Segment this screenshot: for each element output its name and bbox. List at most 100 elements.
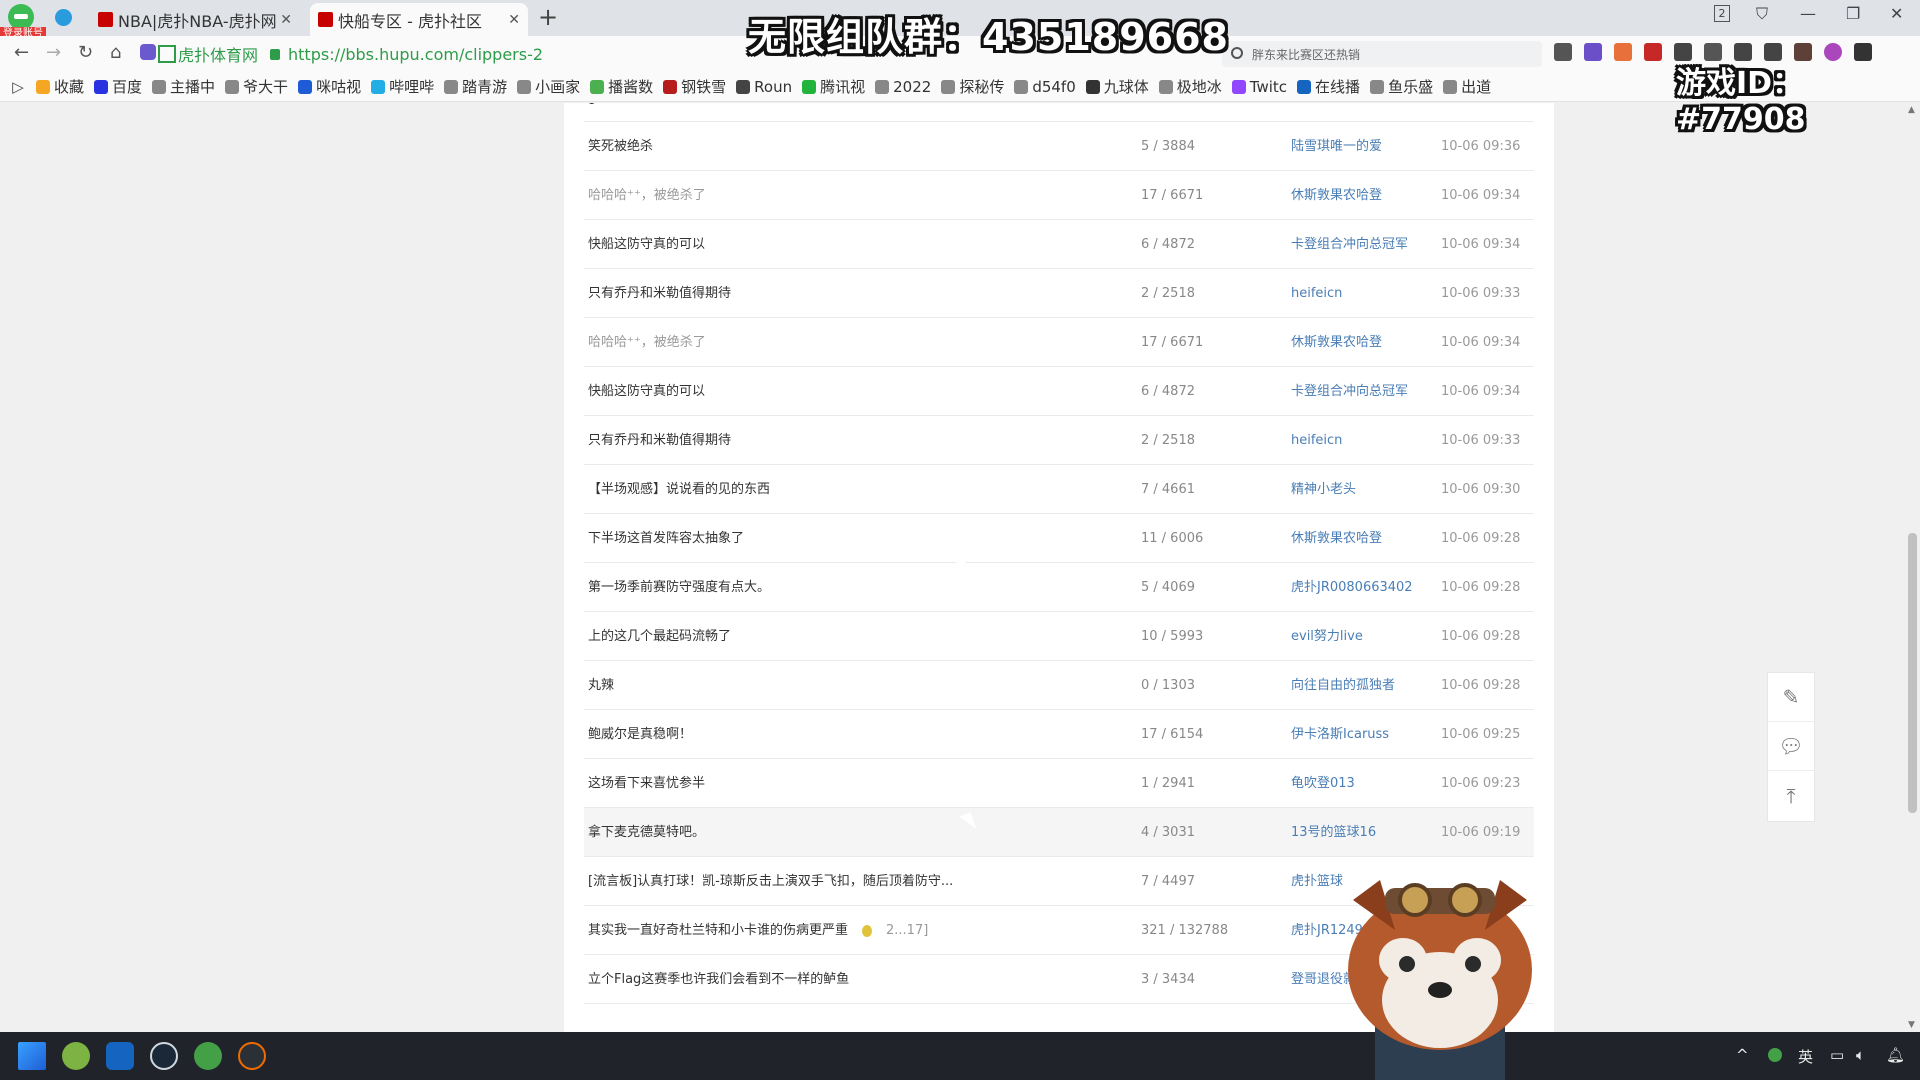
bookmark-item[interactable]: 小画家 [517, 76, 580, 97]
thread-author[interactable]: 伊卡洛斯Icaruss [1291, 710, 1389, 759]
bookmark-item[interactable]: 极地冰 [1158, 76, 1222, 97]
tab-nba[interactable]: NBA|虎扑NBA-虎扑网 ✕ [90, 3, 300, 36]
thread-row[interactable]: 只有乔丹和米勒值得期待 2 / 2518 heifeicn 10-06 09:33 [584, 269, 1534, 318]
thread-title[interactable]: 哈哈哈⁺⁺，被绝杀了 [588, 171, 706, 220]
thread-row[interactable]: 哈哈哈⁺⁺，被绝杀了 17 / 6671 休斯敦果农哈登 10-06 09:34 [584, 171, 1534, 220]
thread-title[interactable]: 哈哈哈⁺⁺，被绝杀了 [588, 318, 706, 367]
restore-icon[interactable]: ❐ [1846, 4, 1860, 23]
minimize-icon[interactable]: — [1800, 4, 1816, 23]
steam-icon[interactable] [150, 1042, 178, 1070]
search-input[interactable]: 胖东来比赛区还热销 [1222, 41, 1542, 67]
thread-title[interactable]: 下半场这首发阵容太抽象了 [588, 514, 744, 563]
thread-row[interactable]: 快船这防守真的可以 6 / 4872 卡登组合冲向总冠军 10-06 09:34 [584, 367, 1534, 416]
thread-author[interactable]: 休斯敦果农哈登 [1291, 318, 1382, 367]
bookmark-item[interactable]: 鱼乐盛 [1370, 76, 1433, 97]
network-icon[interactable]: ▭ [1830, 1046, 1844, 1064]
thread-row[interactable]: 拿下麦克德莫特吧。 4 / 3031 13号的篮球16 10-06 09:19 [584, 808, 1534, 857]
back-to-top-icon[interactable]: ⤒ [1768, 771, 1814, 820]
thread-title[interactable]: 快船这防守真的可以 [588, 220, 705, 269]
close-tab-icon[interactable]: ✕ [280, 12, 292, 28]
thread-title[interactable]: 【半场观感】说说看的见的东西 [588, 465, 770, 514]
bookmark-item[interactable]: Twitc [1231, 78, 1287, 96]
thread-author[interactable]: 13号的篮球16 [1291, 808, 1376, 857]
thread-title[interactable]: 只有乔丹和米勒值得期待 [588, 416, 731, 465]
bookmark-item[interactable]: d54f0 [1014, 78, 1076, 96]
scrollbar[interactable]: ▲ ▼ [1905, 103, 1920, 1032]
thread-row[interactable]: 第一场季前赛防守强度有点大。 5 / 4069 虎扑JR0080663402 10-0… [584, 563, 1534, 612]
tab-count-badge[interactable]: 2 [1714, 5, 1730, 22]
thread-title[interactable]: 拿下麦克德莫特吧。 [588, 808, 705, 857]
thread-row[interactable]: 只有乔丹和米勒值得期待 2 / 2518 heifeicn 10-06 09:33 [584, 416, 1534, 465]
thread-author[interactable]: 向往自由的孤独者 [1291, 103, 1395, 122]
bookmark-item[interactable]: 爷大干 [225, 76, 288, 97]
bookmark-item[interactable]: 播酱数 [590, 76, 653, 97]
thread-title[interactable]: 丸辣 [588, 661, 614, 710]
weibo-icon[interactable] [1644, 43, 1662, 61]
thread-row[interactable]: goat开始来节奏了，带走比赛 7 / 5824 向往自由的孤独者 10-06 09:… [584, 103, 1534, 122]
thread-title[interactable]: goat开始来节奏了，带走比赛 [588, 103, 760, 122]
bookmark-item[interactable]: 探秘传 [941, 76, 1004, 97]
tab-clippers[interactable]: 快船专区 - 虎扑社区 ✕ [310, 3, 528, 36]
tray-chevron-icon[interactable]: ^ [1736, 1046, 1749, 1064]
bookmark-item[interactable]: 在线播 [1297, 76, 1360, 97]
bookmark-item[interactable]: 哔哩哔 [371, 76, 434, 97]
thread-title[interactable]: 其实我一直好奇杜兰特和小卡谁的伤病更严重 [588, 906, 848, 955]
thread-title[interactable]: 立个Flag这赛季也许我们会看到不一样的鲈鱼 [588, 955, 849, 1004]
sidebar-toggle-icon[interactable]: ▷ [0, 78, 36, 96]
thread-row[interactable]: 快船这防守真的可以 6 / 4872 卡登组合冲向总冠军 10-06 09:34 [584, 220, 1534, 269]
thread-row[interactable]: 笑死被绝杀 5 / 3884 陆雪琪唯一的爱 10-06 09:36 [584, 122, 1534, 171]
thread-author[interactable]: 陆雪琪唯一的爱 [1291, 122, 1382, 171]
bookmark-item[interactable]: 百度 [94, 76, 142, 97]
thread-title[interactable]: 第一场季前赛防守强度有点大。 [588, 563, 770, 612]
scroll-down-icon[interactable]: ▼ [1908, 1020, 1915, 1030]
forward-icon[interactable]: → [46, 42, 61, 63]
edit-post-icon[interactable]: ✎ [1768, 673, 1814, 722]
notification-icon[interactable]: 🔔︎ [1886, 1046, 1905, 1064]
start-icon[interactable] [18, 1042, 46, 1070]
close-window-icon[interactable]: ✕ [1890, 4, 1903, 23]
bookmark-item[interactable]: 主播中 [152, 76, 215, 97]
cut-icon[interactable] [1554, 43, 1572, 61]
thread-title[interactable]: 只有乔丹和米勒值得期待 [588, 269, 731, 318]
thread-author[interactable]: 精神小老头 [1291, 465, 1356, 514]
scroll-thumb[interactable] [1908, 533, 1917, 813]
thread-title[interactable]: 快船这防守真的可以 [588, 367, 705, 416]
thread-author[interactable]: 卡登组合冲向总冠军 [1291, 220, 1408, 269]
skin-icon[interactable]: ⛉ [1756, 4, 1768, 24]
bookmark-item[interactable]: 咪咕视 [298, 76, 361, 97]
thread-author[interactable]: 休斯敦果农哈登 [1291, 171, 1382, 220]
reload-icon[interactable]: ↻ [78, 42, 93, 63]
thread-row[interactable]: 下半场这首发阵容太抽象了 11 / 6006 休斯敦果农哈登 10-06 09:28 [584, 514, 1534, 563]
thread-row[interactable]: 哈哈哈⁺⁺，被绝杀了 17 / 6671 休斯敦果农哈登 10-06 09:34 [584, 318, 1534, 367]
thread-author[interactable]: 虎扑JR0080663402 [1291, 563, 1413, 612]
comment-icon[interactable]: 💬︎ [1768, 722, 1814, 771]
thread-title[interactable]: 上的这几个最起码流畅了 [588, 612, 731, 661]
bookmark-item[interactable]: 出道 [1443, 76, 1491, 97]
thread-title[interactable]: [流言板]认真打球！凯-琼斯反击上演双手飞扣，随后顶着防守... [588, 857, 953, 906]
thread-author[interactable]: 龟吹登013 [1291, 759, 1355, 808]
thread-title[interactable]: 这场看下来喜忧参半 [588, 759, 705, 808]
thread-author[interactable]: evil努力live [1291, 612, 1363, 661]
bookmark-item[interactable]: Roun [736, 78, 792, 96]
bookmark-item[interactable]: 收藏 [36, 76, 84, 97]
thread-author[interactable]: heifeicn [1291, 416, 1342, 465]
telegram-icon[interactable] [55, 9, 72, 26]
thread-row[interactable]: 鲍威尔是真稳啊！ 17 / 6154 伊卡洛斯Icaruss 10-06 09:25 [584, 710, 1534, 759]
new-tab-button[interactable]: + [538, 3, 558, 31]
thread-author[interactable]: 卡登组合冲向总冠军 [1291, 367, 1408, 416]
thread-row[interactable]: 丸辣 0 / 1303 向往自由的孤独者 10-06 09:28 [584, 661, 1534, 710]
thread-author[interactable]: heifeicn [1291, 269, 1342, 318]
bookmark-item[interactable]: 2022 [875, 78, 931, 96]
bookmark-item[interactable]: 腾讯视 [802, 76, 865, 97]
thread-title[interactable]: 笑死被绝杀 [588, 122, 653, 171]
thread-row[interactable]: 这场看下来喜忧参半 1 / 2941 龟吹登013 10-06 09:23 [584, 759, 1534, 808]
game-icon[interactable] [1614, 43, 1632, 61]
thread-author[interactable]: 休斯敦果农哈登 [1291, 514, 1382, 563]
thread-title[interactable]: 鲍威尔是真稳啊！ [588, 710, 692, 759]
thread-author[interactable]: 向往自由的孤独者 [1291, 661, 1395, 710]
bookmark-item[interactable]: 钢铁雪 [663, 76, 726, 97]
thread-row[interactable]: 【半场观感】说说看的见的东西 7 / 4661 精神小老头 10-06 09:30 [584, 465, 1534, 514]
extension-icon[interactable] [1584, 43, 1602, 61]
bookmark-item[interactable]: 踏青游 [444, 76, 507, 97]
volume-icon[interactable]: 🔈︎ [1856, 1046, 1865, 1064]
